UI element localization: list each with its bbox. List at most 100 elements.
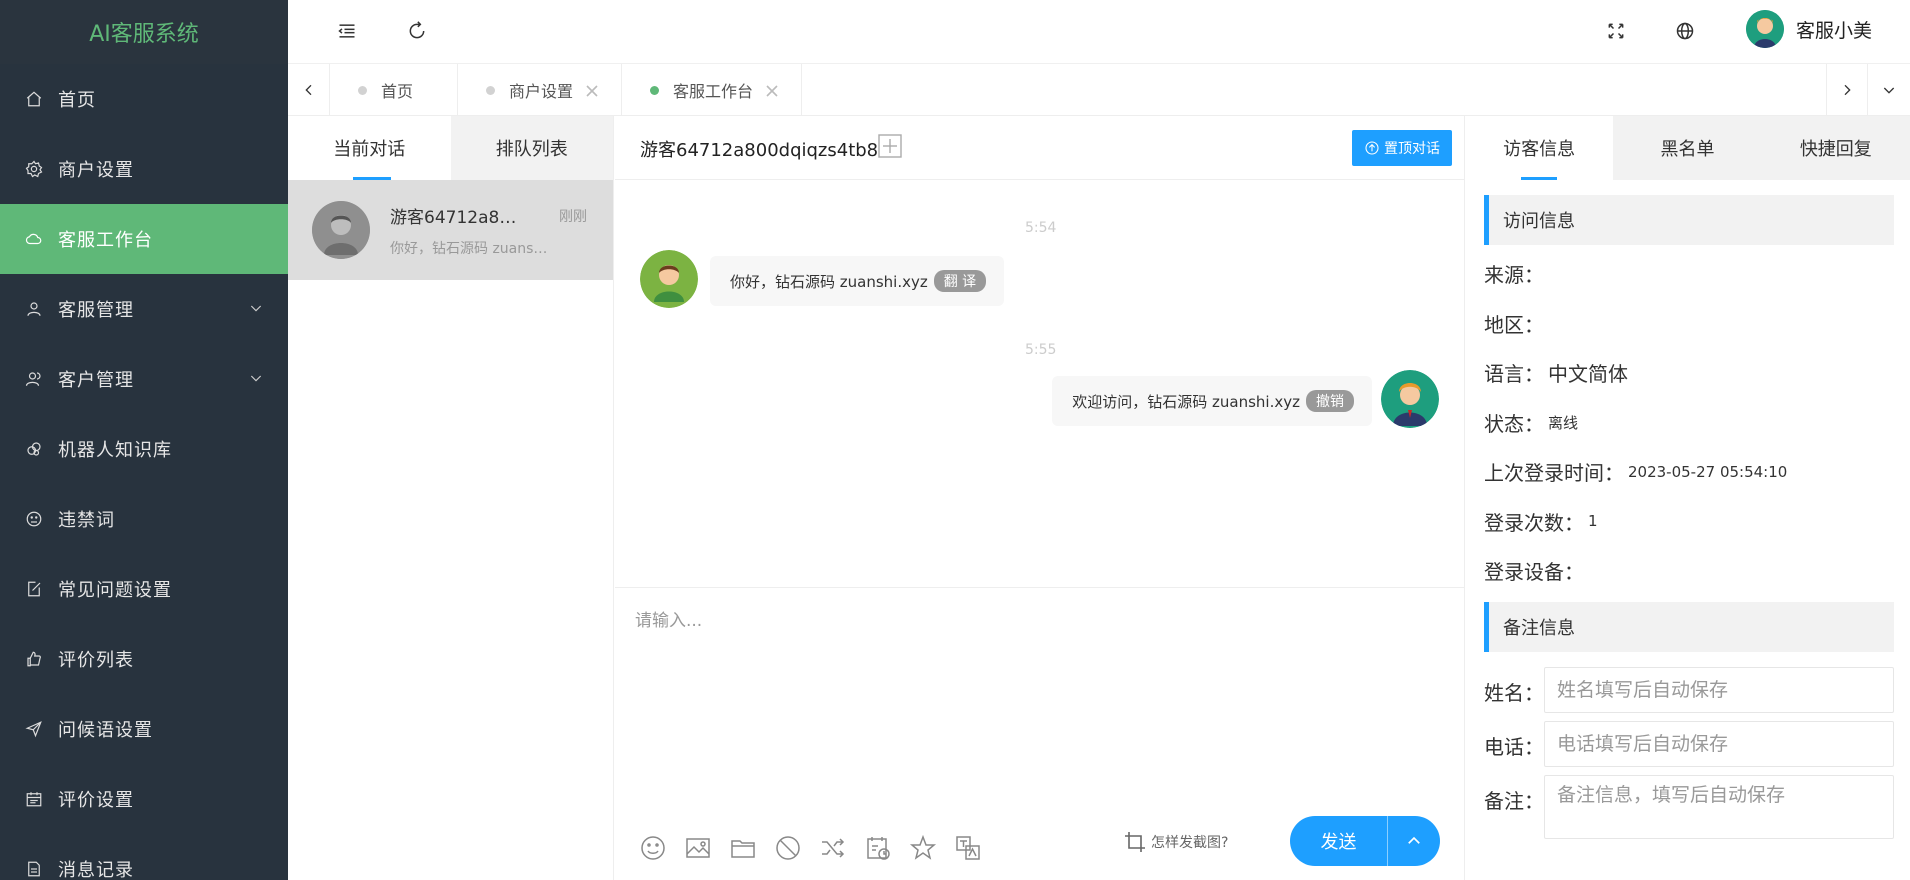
- avatar: [1745, 10, 1784, 48]
- tab-service-workbench[interactable]: 客服工作台: [622, 64, 802, 116]
- chevron-down-icon: [248, 370, 264, 391]
- tab-status-dot: [486, 85, 495, 95]
- sidebar-item-merchant-settings[interactable]: 商户设置: [0, 134, 288, 204]
- transfer-button[interactable]: [819, 834, 847, 862]
- tab-home[interactable]: 首页: [330, 64, 458, 116]
- smiley-icon: [24, 509, 44, 529]
- tab-current-conversations[interactable]: 当前对话: [288, 116, 451, 180]
- sidebar-item-message-log[interactable]: 消息记录: [0, 834, 288, 880]
- close-icon[interactable]: [585, 83, 599, 97]
- conversation-tabs: 当前对话 排队列表: [288, 116, 613, 180]
- visitor-avatar: [312, 201, 370, 259]
- screenshot-hint: 怎样发截图?: [1151, 835, 1229, 851]
- top-header: 客服小美: [288, 0, 1910, 64]
- translate-tool-button[interactable]: [954, 834, 982, 862]
- tab-label: 客服工作台: [673, 82, 754, 101]
- info-row-status: 状态： 离线: [1484, 398, 1910, 448]
- sidebar-item-home[interactable]: 首页: [0, 64, 288, 134]
- field-label: 登录次数：: [1484, 510, 1584, 535]
- tab-status-dot: [650, 85, 659, 95]
- tab-blacklist[interactable]: 黑名单: [1613, 116, 1761, 180]
- refresh-button[interactable]: [400, 14, 434, 48]
- message-text: 欢迎访问，钻石源码 zuanshi.xyz: [1072, 392, 1300, 411]
- sidebar-item-review-list[interactable]: 评价列表: [0, 624, 288, 694]
- arrow-up-circle-icon: [1365, 141, 1379, 155]
- tab-quick-reply[interactable]: 快捷回复: [1762, 116, 1910, 180]
- info-row-region: 地区：: [1484, 299, 1910, 349]
- sidebar-item-label: 问候语设置: [58, 720, 153, 741]
- screenshot-help-link[interactable]: 怎样发截图?: [1123, 830, 1228, 854]
- last-message-preview: 你好，钻石源码 zuanshi.xyz: [390, 240, 554, 257]
- language-button[interactable]: [1668, 14, 1702, 48]
- recall-button[interactable]: 撤销: [1306, 390, 1354, 412]
- home-icon: [24, 89, 44, 109]
- tabs-scroll-right-button[interactable]: [1826, 64, 1868, 116]
- shuffle-icon: [822, 838, 845, 858]
- message-input[interactable]: [635, 606, 1435, 756]
- tab-queue-list[interactable]: 排队列表: [450, 116, 613, 180]
- form-row-name: 姓名：: [1484, 666, 1894, 713]
- image-button[interactable]: [684, 834, 712, 862]
- note-field[interactable]: [1544, 774, 1894, 839]
- sidebar-item-faq-settings[interactable]: 常见问题设置: [0, 554, 288, 624]
- sidebar-item-label: 评价列表: [58, 650, 134, 671]
- sidebar-item-greeting-settings[interactable]: 问候语设置: [0, 694, 288, 764]
- field-label: 来源：: [1484, 263, 1544, 288]
- field-label: 登录设备：: [1484, 560, 1584, 585]
- tab-label: 商户设置: [509, 82, 574, 101]
- file-icon: [24, 859, 44, 879]
- pin-conversation-button[interactable]: 置顶对话: [1352, 130, 1452, 166]
- users-icon: [24, 369, 44, 389]
- send-options-button[interactable]: [1388, 832, 1440, 850]
- message-text: 你好，钻石源码 zuanshi.xyz: [730, 272, 928, 291]
- file-button[interactable]: [729, 834, 757, 862]
- field-label: 状态：: [1484, 411, 1544, 436]
- send-button[interactable]: 发送: [1290, 816, 1388, 866]
- chat-header: 游客64712a800dqiqzs4tb8 置顶对话: [615, 116, 1464, 180]
- favorite-button[interactable]: [909, 834, 937, 862]
- list-item[interactable]: 游客64712a800dqiqzs4tb8 你好，钻石源码 zuanshi.xy…: [288, 180, 613, 280]
- field-value: 中文简体: [1548, 362, 1628, 387]
- tab-merchant-settings[interactable]: 商户设置: [458, 64, 622, 116]
- sidebar-item-service-workbench[interactable]: 客服工作台: [0, 204, 288, 274]
- pin-label: 置顶对话: [1384, 141, 1440, 157]
- emoji-button[interactable]: [639, 834, 667, 862]
- block-button[interactable]: [774, 834, 802, 862]
- tabs-dropdown-button[interactable]: [1868, 64, 1910, 116]
- chevron-left-icon: [304, 84, 311, 96]
- sidebar: AI客服系统 首页 商户设置 客服工作台 客服管理 客户管理 机器人知识库 违禁…: [0, 0, 288, 880]
- message-list: 5:54 你好，钻石源码 zuanshi.xyz 翻 译 5:55 欢迎访问，钻…: [615, 180, 1464, 588]
- sidebar-item-review-settings[interactable]: 评价设置: [0, 764, 288, 834]
- sidebar-item-banned-words[interactable]: 违禁词: [0, 484, 288, 554]
- field-label: 语言：: [1484, 362, 1544, 387]
- send-group: 发送: [1290, 816, 1440, 866]
- close-icon[interactable]: [765, 83, 779, 97]
- chevron-up-icon: [1408, 836, 1420, 844]
- sidebar-item-label: 评价设置: [58, 790, 134, 811]
- sidebar-item-label: 常见问题设置: [58, 580, 172, 601]
- phone-field[interactable]: [1544, 720, 1894, 767]
- add-button[interactable]: [877, 133, 903, 159]
- fullscreen-button[interactable]: [1599, 14, 1633, 48]
- sidebar-item-label: 商户设置: [58, 160, 134, 181]
- tab-visitor-info[interactable]: 访客信息: [1465, 116, 1614, 180]
- sidebar-item-customer-management[interactable]: 客户管理: [0, 344, 288, 414]
- crop-icon: [1125, 832, 1145, 852]
- form-row-phone: 电话：: [1484, 720, 1894, 767]
- collapse-menu-button[interactable]: [330, 14, 364, 48]
- send-icon: [24, 719, 44, 739]
- globe-icon: [1676, 22, 1694, 40]
- sidebar-item-robot-knowledge[interactable]: 机器人知识库: [0, 414, 288, 484]
- tabs-scroll-left-button[interactable]: [288, 64, 330, 116]
- user-menu[interactable]: 客服小美: [1745, 10, 1872, 48]
- name-field[interactable]: [1544, 666, 1894, 713]
- chat-title: 游客64712a800dqiqzs4tb8: [640, 140, 879, 161]
- conversation-panel: 当前对话 排队列表 游客64712a800dqiqzs4tb8 你好，钻石源码 …: [288, 116, 614, 880]
- sidebar-item-service-management[interactable]: 客服管理: [0, 274, 288, 344]
- translate-button[interactable]: 翻 译: [933, 270, 987, 292]
- note-label: 备注：: [1484, 788, 1544, 813]
- history-button[interactable]: [864, 834, 892, 862]
- phone-label: 电话：: [1484, 734, 1544, 759]
- robot-icon: [24, 439, 44, 459]
- field-value: 1: [1588, 512, 1598, 531]
